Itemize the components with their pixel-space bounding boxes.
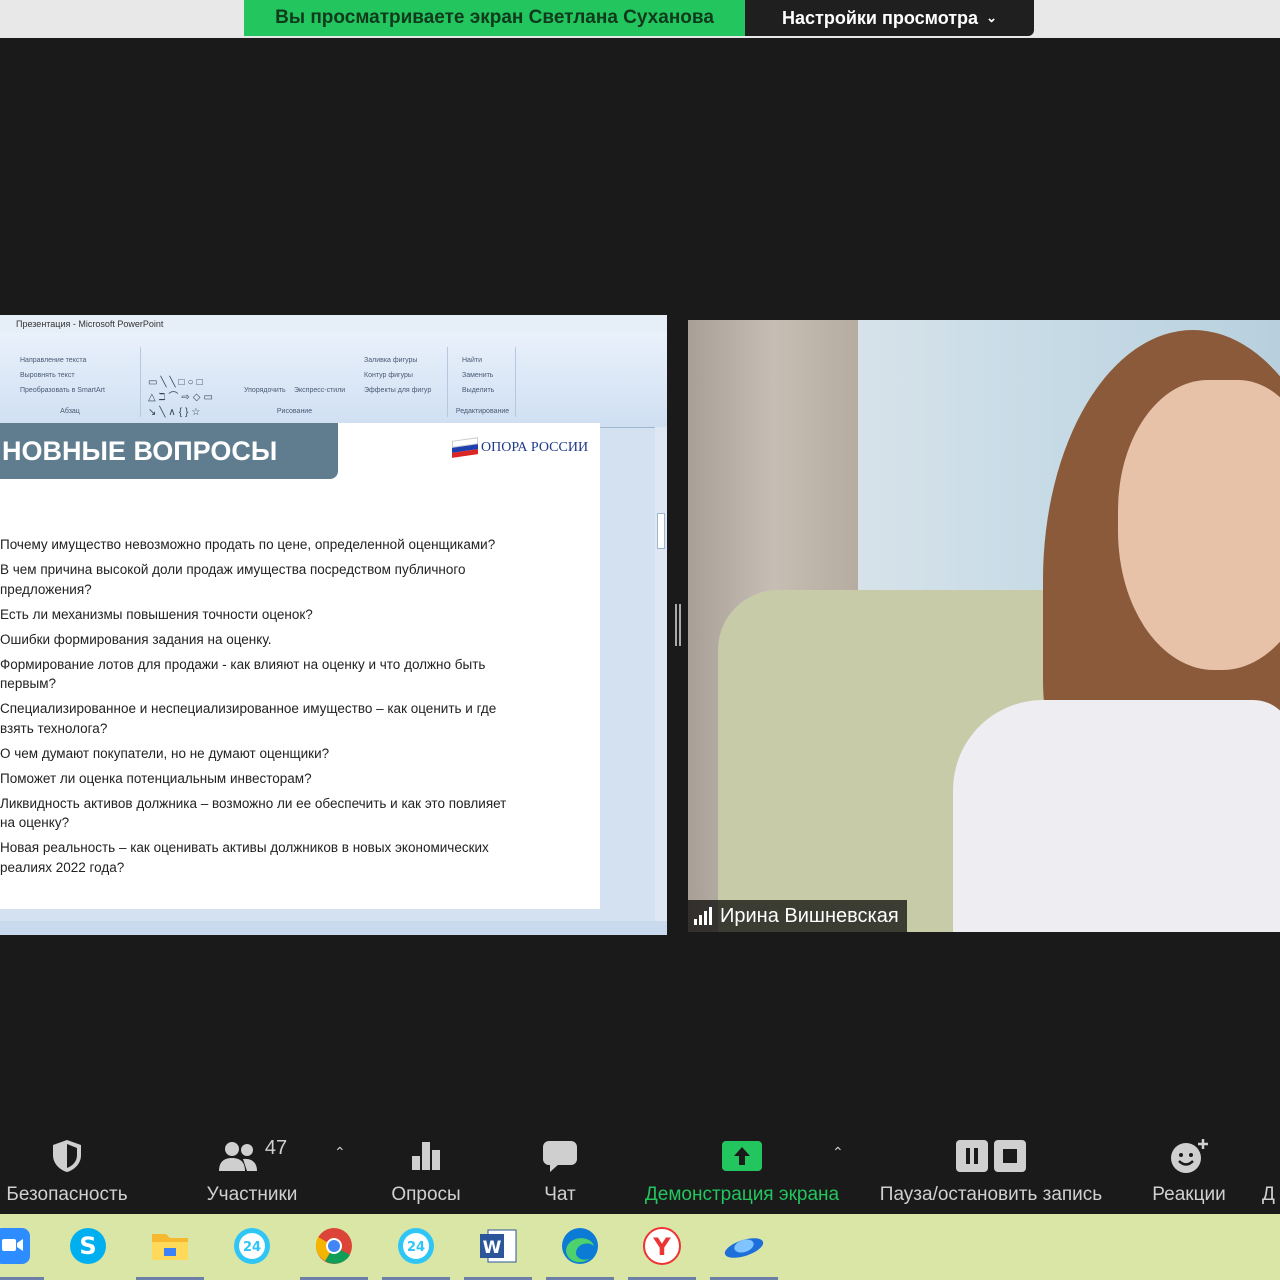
question-item: Есть ли механизмы повышения точности оце… <box>0 606 313 622</box>
participant-video: Ирина Вишневская <box>688 320 1280 932</box>
meeting-toolbar: Безопасность 47 Участники ⌃ Опросы Чат Д… <box>0 1126 1280 1214</box>
bitrix24-icon[interactable]: 24 <box>392 1222 440 1270</box>
participants-count: 47 <box>264 1136 288 1159</box>
record-label: Пауза/остановить запись <box>879 1184 1103 1205</box>
ppt-window-title: Презентация - Microsoft PowerPoint <box>16 319 164 329</box>
chat-icon <box>542 1134 578 1178</box>
logo-text: ОПОРА РОССИИ <box>481 439 589 455</box>
ppt-title-bar: Презентация - Microsoft PowerPoint — □ ✕ <box>0 315 667 333</box>
ribbon-group-editing: Найти Заменить Выделить Редактирование <box>450 347 516 417</box>
question-item: Ошибки формирования задания на оценку. <box>0 631 272 647</box>
chrome-icon[interactable] <box>310 1222 358 1270</box>
yandex-browser-icon[interactable]: Y <box>638 1222 686 1270</box>
question-item: О чем думают покупатели, но не думают оц… <box>0 745 330 761</box>
ppt-ribbon: Направление текста Выровнять текст Преоб… <box>0 333 667 428</box>
pause-stop-record-icon <box>956 1134 1026 1178</box>
bitrix-badge: 24 <box>407 1240 425 1255</box>
svg-text:W: W <box>483 1238 502 1258</box>
question-item: В чем причина высокой доли продаж имущес… <box>0 562 466 597</box>
record-button[interactable]: Пауза/остановить запись <box>868 1126 1114 1214</box>
reactions-icon <box>1169 1134 1209 1178</box>
flag-icon <box>452 437 478 458</box>
slide-title-banner: НОВНЫЕ ВОПРОСЫ <box>0 423 338 479</box>
share-screen-label: Демонстрация экрана <box>644 1184 840 1205</box>
questions-list: Почему имущество невозможно продать по ц… <box>0 535 592 883</box>
svg-text:S: S <box>79 1232 96 1260</box>
participants-icon: 47 <box>217 1134 287 1178</box>
screen-share-banner: Вы просматриваете экран Светлана Суханов… <box>244 0 745 36</box>
question-item: Специализированное и неспециализированно… <box>0 701 497 736</box>
participants-button[interactable]: 47 Участники <box>196 1126 308 1214</box>
chat-label: Чат <box>544 1184 576 1205</box>
question-item: Формирование лотов для продажи - как вли… <box>0 656 486 692</box>
app-icon[interactable] <box>720 1222 768 1270</box>
share-screen-icon <box>722 1134 762 1178</box>
slide-scrollbar <box>655 427 667 921</box>
opora-logo: ОПОРА РОССИИ <box>452 437 589 458</box>
participants-caret-icon[interactable]: ⌃ <box>334 1144 346 1161</box>
reactions-label: Реакции <box>1152 1184 1226 1205</box>
bitrix-badge: 24 <box>243 1240 261 1255</box>
chevron-down-icon: ⌄ <box>986 10 997 25</box>
ribbon-item: Направление текста <box>20 357 87 364</box>
edge-icon[interactable] <box>556 1222 604 1270</box>
polls-label: Опросы <box>391 1184 461 1205</box>
share-screen-button[interactable]: Демонстрация экрана <box>636 1126 848 1214</box>
split-view-handle[interactable] <box>675 604 681 646</box>
skype-icon[interactable]: S <box>64 1222 112 1270</box>
shared-screen: Презентация - Microsoft PowerPoint — □ ✕… <box>0 315 667 935</box>
ribbon-item: Заменить <box>462 372 494 379</box>
ribbon-group-label: Абзац <box>60 408 80 415</box>
ribbon-group-paragraph: Направление текста Выровнять текст Преоб… <box>0 347 141 417</box>
polls-button[interactable]: Опросы <box>380 1126 472 1214</box>
more-label: Д <box>1262 1184 1275 1205</box>
share-caret-icon[interactable]: ⌃ <box>832 1144 844 1161</box>
question-item: Ликвидность активов должника – возможно … <box>0 795 507 831</box>
ribbon-group-label: Редактирование <box>455 408 510 415</box>
question-item: Почему имущество невозможно продать по ц… <box>0 537 496 552</box>
shield-icon <box>51 1134 83 1178</box>
ribbon-item: Эффекты для фигур <box>364 387 432 394</box>
question-item: Новая реальность – как оценивать активы … <box>0 840 489 875</box>
more-button[interactable]: Д <box>1262 1126 1280 1214</box>
zoom-icon[interactable] <box>0 1222 40 1270</box>
view-options-label: Настройки просмотра <box>782 7 979 28</box>
ribbon-item: Упорядочить <box>244 387 286 394</box>
polls-icon <box>410 1134 442 1178</box>
shapes-gallery-icon: ▭╲╲□○□ △ℶ⌒⇨◇▭ ↘╲∧{}☆ <box>148 377 216 418</box>
slide-title: НОВНЫЕ ВОПРОСЫ <box>2 435 278 466</box>
word-icon[interactable]: W <box>474 1222 522 1270</box>
security-button[interactable]: Безопасность <box>4 1126 130 1214</box>
view-options-button[interactable]: Настройки просмотра ⌄ <box>745 0 1034 36</box>
ribbon-item: Заливка фигуры <box>364 357 418 364</box>
participant-name: Ирина Вишневская <box>720 904 899 927</box>
svg-text:Y: Y <box>652 1233 671 1261</box>
ribbon-item: Выделить <box>462 387 495 394</box>
windows-taskbar: S 24 24 W Y <box>0 1214 1280 1280</box>
ribbon-item: Выровнять текст <box>20 372 75 379</box>
reactions-button[interactable]: Реакции <box>1146 1126 1232 1214</box>
ribbon-item: Преобразовать в SmartArt <box>20 387 105 394</box>
ribbon-item: Найти <box>462 357 482 364</box>
file-explorer-icon[interactable] <box>146 1222 194 1270</box>
chat-button[interactable]: Чат <box>524 1126 596 1214</box>
ribbon-item: Контур фигуры <box>364 372 413 379</box>
ppt-status-bar <box>0 921 667 935</box>
slide: НОВНЫЕ ВОПРОСЫ ОПОРА РОССИИ Почему имуще… <box>0 423 600 909</box>
security-label: Безопасность <box>6 1184 128 1205</box>
participant-name-tag: Ирина Вишневская <box>688 900 907 932</box>
share-banner-text: Вы просматриваете экран Светлана Суханов… <box>275 7 714 28</box>
participants-label: Участники <box>206 1184 298 1205</box>
question-item: Поможет ли оценка потенциальным инвестор… <box>0 770 312 786</box>
signal-strength-icon <box>694 907 712 925</box>
ribbon-item: Экспресс-стили <box>294 387 346 394</box>
person-shirt <box>953 700 1280 932</box>
bitrix24-icon[interactable]: 24 <box>228 1222 276 1270</box>
scrollbar-thumb <box>657 513 665 549</box>
